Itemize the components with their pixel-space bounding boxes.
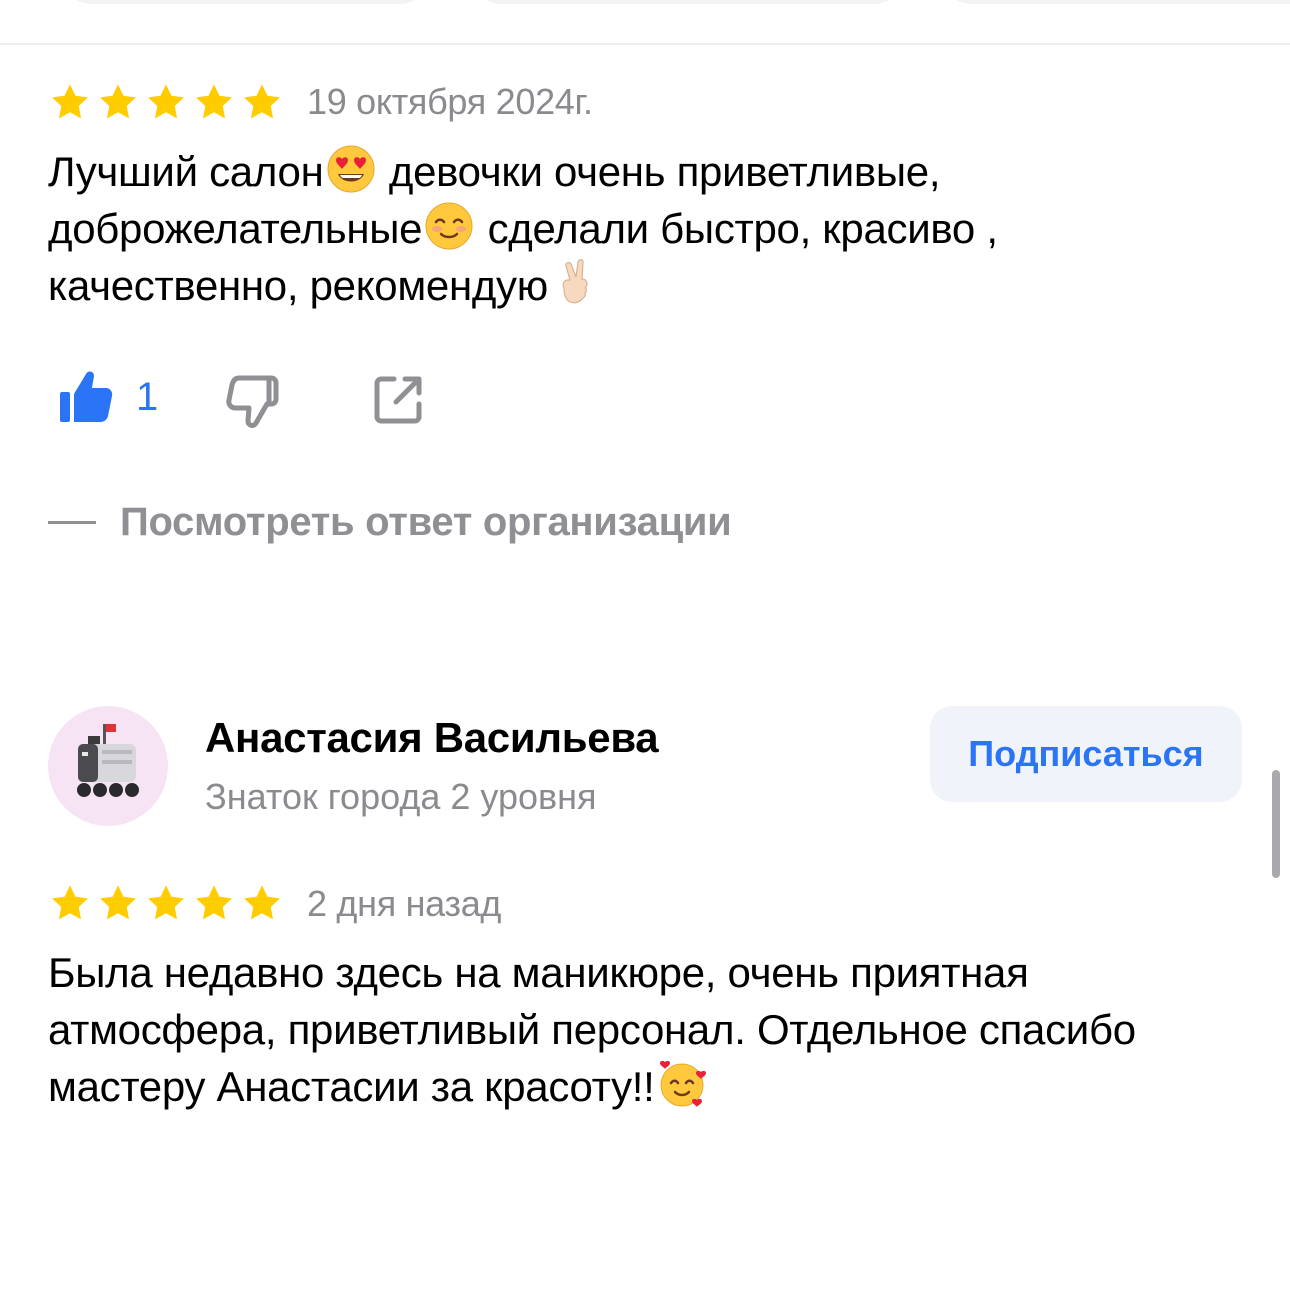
delivery-robot-icon — [77, 724, 139, 797]
smiling-emoji-icon — [424, 201, 474, 251]
rating-stars — [50, 884, 282, 922]
review-text-line: Была недавно здесь на маникюре, очень пр… — [48, 949, 1029, 996]
dash-divider — [48, 521, 96, 524]
review-text-line: доброжелательные сделали быстро, красиво… — [48, 200, 1248, 257]
review-text-line: качественно, рекомендую — [48, 257, 1248, 314]
star-icon — [50, 83, 90, 121]
review-text-line: атмосфера, приветливый персонал. Отдельн… — [48, 1006, 1136, 1053]
star-icon — [50, 884, 90, 922]
filter-pill[interactable] — [470, 0, 905, 4]
review-date: 19 октября 2024г. — [307, 81, 593, 122]
smiling-face-with-hearts-emoji-icon — [657, 1059, 707, 1109]
review-date: 2 дня назад — [307, 883, 502, 924]
view-reply-label: Посмотреть ответ организации — [120, 500, 732, 544]
star-icon — [146, 884, 186, 922]
review-text-line: мастеру Анастасии за красоту!! — [48, 1058, 1248, 1115]
subscribe-button[interactable]: Подписаться — [930, 706, 1242, 802]
avatar[interactable] — [48, 706, 168, 826]
author-name[interactable]: Анастасия Васильева — [205, 714, 659, 762]
share-icon — [372, 374, 424, 431]
review-text-line: Лучший салон девочки очень приветливые, — [48, 143, 1248, 200]
view-reply-link[interactable]: Посмотреть ответ организации — [48, 500, 732, 545]
review-text: Была недавно здесь на маникюре, очень пр… — [48, 944, 1248, 1115]
star-icon — [146, 83, 186, 121]
dislike-button[interactable] — [225, 373, 285, 438]
share-button[interactable] — [372, 374, 424, 431]
star-icon — [194, 884, 234, 922]
rating-stars — [50, 83, 282, 121]
star-icon — [98, 83, 138, 121]
star-icon — [98, 884, 138, 922]
heart-eyes-emoji-icon — [326, 144, 376, 194]
author-level: Знаток города 2 уровня — [205, 776, 597, 817]
thumbs-up-icon — [58, 366, 116, 429]
thumbs-down-icon — [225, 373, 285, 438]
like-count: 1 — [136, 375, 159, 419]
review-text: Лучший салон девочки очень приветливые, … — [48, 143, 1248, 314]
filter-pill[interactable] — [940, 0, 1290, 4]
divider — [0, 43, 1290, 45]
filter-pill[interactable] — [60, 0, 432, 4]
crossed-fingers-emoji-icon — [550, 258, 600, 308]
star-icon — [242, 83, 282, 121]
like-button[interactable]: 1 — [58, 366, 158, 429]
star-icon — [242, 884, 282, 922]
star-icon — [194, 83, 234, 121]
scrollbar[interactable] — [1272, 770, 1280, 878]
